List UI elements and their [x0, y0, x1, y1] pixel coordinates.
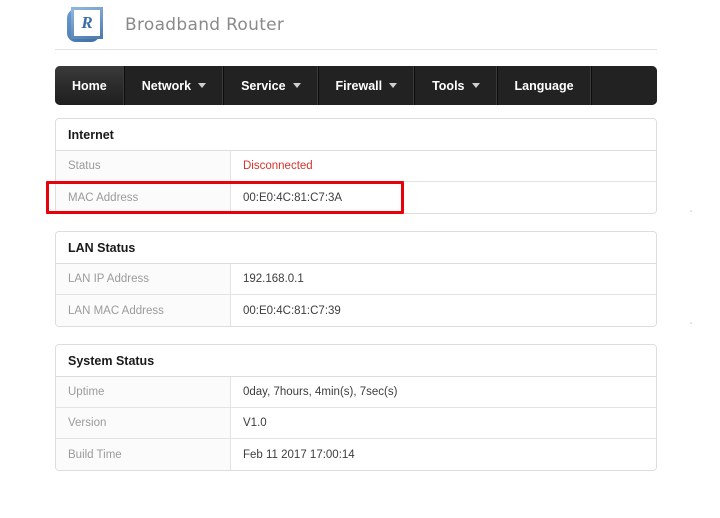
nav-item-label: Language	[514, 78, 574, 93]
row-label: Version	[56, 408, 231, 438]
nav-item-tools[interactable]: Tools	[415, 66, 498, 105]
nav-item-label: Firewall	[335, 78, 383, 93]
table-row: LAN MAC Address 00:E0:4C:81:C7:39	[56, 295, 656, 326]
panel-system-status: System Status Uptime 0day, 7hours, 4min(s)…	[55, 344, 657, 471]
logo-face: R	[71, 6, 103, 39]
panel-lan-status: LAN Status LAN IP Address 192.168.0.1 LAN M…	[55, 231, 657, 327]
router-logo-icon: R	[67, 6, 103, 43]
row-value: Feb 11 2017 17:00:14	[231, 439, 656, 470]
row-value: 00:E0:4C:81:C7:39	[231, 295, 656, 326]
router-admin-page: R Broadband Router Home Network Service Fir…	[0, 0, 720, 518]
row-label: MAC Address	[56, 182, 231, 213]
nav-item-label: Home	[72, 78, 107, 93]
table-row: Version V1.0	[56, 408, 656, 439]
row-label: Build Time	[56, 439, 231, 470]
row-label: LAN MAC Address	[56, 295, 231, 326]
row-label: Uptime	[56, 377, 231, 407]
nav-item-label: Tools	[432, 78, 465, 93]
nav-item-firewall[interactable]: Firewall	[318, 66, 416, 105]
panel-title: Internet	[56, 119, 656, 151]
chevron-down-icon	[198, 83, 207, 88]
edge-artifact	[690, 322, 692, 324]
logo-letter: R	[81, 12, 93, 32]
row-label: Status	[56, 151, 231, 181]
nav-item-home[interactable]: Home	[55, 66, 125, 105]
chevron-down-icon	[471, 83, 480, 88]
row-value: V1.0	[231, 408, 656, 438]
nav-filler	[591, 66, 657, 105]
panel-title: LAN Status	[56, 232, 656, 264]
page-title: Broadband Router	[125, 14, 285, 35]
nav-item-language[interactable]: Language	[497, 66, 592, 105]
table-row: Build Time Feb 11 2017 17:00:14	[56, 439, 656, 470]
row-value: 192.168.0.1	[231, 264, 656, 294]
brand-header: R Broadband Router	[55, 0, 657, 50]
row-label: LAN IP Address	[56, 264, 231, 294]
nav-item-label: Network	[141, 78, 192, 93]
status-badge: Disconnected	[231, 151, 656, 181]
panel-title: System Status	[56, 345, 656, 377]
table-row: Status Disconnected	[56, 151, 656, 182]
nav-item-label: Service	[241, 78, 286, 93]
table-row: Uptime 0day, 7hours, 4min(s), 7sec(s)	[56, 377, 656, 408]
edge-artifact	[690, 210, 692, 212]
chevron-down-icon	[389, 83, 398, 88]
nav-item-service[interactable]: Service	[224, 66, 319, 105]
table-row: MAC Address 00:E0:4C:81:C7:3A	[56, 182, 656, 213]
panel-internet: Internet Status Disconnected MAC Address 00:…	[55, 118, 657, 214]
nav-item-network[interactable]: Network	[124, 66, 225, 105]
chevron-down-icon	[292, 83, 301, 88]
table-row: LAN IP Address 192.168.0.1	[56, 264, 656, 295]
row-value: 00:E0:4C:81:C7:3A	[231, 182, 656, 213]
main-navigation: Home Network Service Firewall Tools Language	[55, 66, 657, 105]
row-value: 0day, 7hours, 4min(s), 7sec(s)	[231, 377, 656, 407]
